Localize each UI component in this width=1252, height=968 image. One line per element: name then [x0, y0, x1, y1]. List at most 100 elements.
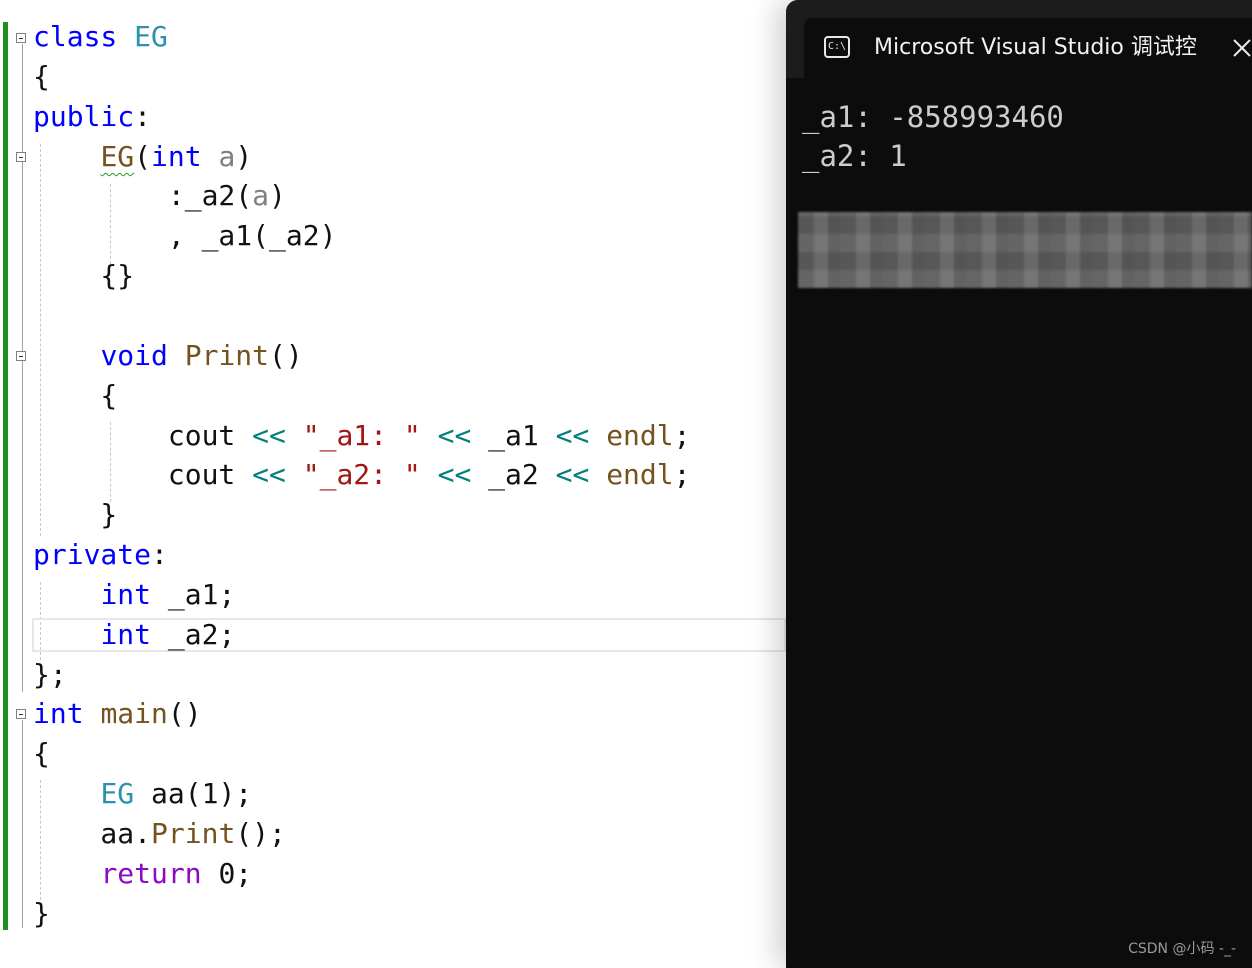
code-line[interactable]: int _a2; [33, 615, 235, 655]
code-token: aa(1); [134, 777, 253, 810]
change-tracking-bar [3, 22, 8, 930]
code-line[interactable]: cout << "_a2: " << _a2 << endl; [33, 455, 691, 495]
code-token: _a2 [471, 458, 556, 491]
code-line[interactable]: return 0; [33, 854, 252, 894]
code-line[interactable]: } [33, 894, 50, 934]
code-token: (); [235, 817, 286, 850]
code-token: int [100, 618, 152, 651]
code-token: 0; [201, 857, 253, 890]
close-icon[interactable] [1232, 38, 1252, 58]
code-line[interactable]: }; [33, 655, 67, 695]
code-token: << [252, 419, 286, 452]
code-token: _a2; [151, 618, 236, 651]
code-token: return [100, 857, 202, 890]
code-token: cout [33, 458, 253, 491]
code-token: int [100, 578, 152, 611]
code-token: a [218, 140, 236, 173]
code-token: int [33, 697, 84, 730]
code-token: public [33, 100, 135, 133]
console-title: Microsoft Visual Studio 调试控 [874, 35, 1197, 60]
code-line[interactable]: aa.Print(); [33, 814, 286, 854]
code-token: } [33, 897, 50, 930]
code-line[interactable]: EG(int a) [33, 137, 252, 177]
code-token: "_a2: " [302, 458, 421, 491]
code-token: _a1; [151, 578, 236, 611]
code-token: ) [269, 179, 286, 212]
console-tab-strip: C:\ Microsoft Visual Studio 调试控 [786, 0, 1252, 78]
console-output-line: _a2: 1 [802, 139, 907, 173]
code-token: ; [673, 458, 691, 491]
code-token: () [167, 697, 202, 730]
code-token: class [33, 20, 118, 53]
collapse-print-icon[interactable] [16, 351, 26, 361]
code-line[interactable]: EG aa(1); [33, 774, 252, 814]
code-token: private [33, 538, 152, 571]
code-line[interactable]: public: [33, 97, 151, 137]
code-line[interactable]: int main() [33, 694, 202, 734]
code-token: EG [100, 777, 135, 810]
code-token: a [252, 179, 270, 212]
debug-console-window[interactable]: C:\ Microsoft Visual Studio 调试控 _a1: -85… [786, 0, 1252, 968]
code-token: ( [134, 140, 152, 173]
cmd-prompt-icon: C:\ [824, 36, 850, 58]
code-token: () [269, 339, 303, 372]
code-line[interactable]: private: [33, 535, 168, 575]
code-token: EG [134, 20, 168, 53]
code-token: Print [151, 817, 236, 850]
code-token: {} [33, 259, 135, 292]
code-token: :_a2( [33, 179, 253, 212]
code-token: endl [606, 458, 674, 491]
code-line[interactable]: class EG [33, 17, 168, 57]
code-token: << [555, 458, 590, 491]
console-tab[interactable]: C:\ Microsoft Visual Studio 调试控 [804, 18, 1252, 78]
code-token: { [33, 737, 50, 770]
code-line[interactable]: :_a2(a) [33, 176, 286, 216]
code-token: } [33, 498, 118, 531]
code-token: << [437, 458, 472, 491]
fold-outline-main [22, 720, 24, 928]
collapse-class-icon[interactable] [16, 33, 26, 43]
code-line[interactable]: int _a1; [33, 575, 235, 615]
code-token: << [437, 419, 472, 452]
code-line[interactable]: { [33, 376, 117, 416]
code-line[interactable]: void Print() [33, 336, 303, 376]
code-token: ) [235, 140, 253, 173]
code-token: << [252, 458, 286, 491]
pixelated-redacted-text [798, 212, 1252, 288]
code-token: aa. [33, 817, 152, 850]
code-editor[interactable]: class EG{public: EG(int a) :_a2(a) , _a1… [0, 0, 786, 968]
code-token: }; [33, 658, 67, 691]
code-token: { [33, 60, 50, 93]
code-token: void [100, 339, 168, 372]
code-line[interactable]: {} [33, 256, 134, 296]
code-token: : [151, 538, 168, 571]
collapse-main-icon[interactable] [16, 709, 26, 719]
collapse-constructor-icon[interactable] [16, 152, 26, 162]
code-token: ; [673, 419, 691, 452]
code-token: endl [606, 419, 674, 452]
code-token: EG [100, 140, 135, 173]
code-line[interactable]: { [33, 734, 50, 774]
code-line[interactable]: cout << "_a1: " << _a1 << endl; [33, 416, 691, 456]
fold-outline-class [22, 44, 24, 692]
code-line[interactable]: , _a1(_a2) [33, 216, 337, 256]
code-line[interactable]: { [33, 57, 50, 97]
code-line[interactable]: } [33, 495, 117, 535]
code-token: cout [33, 419, 253, 452]
